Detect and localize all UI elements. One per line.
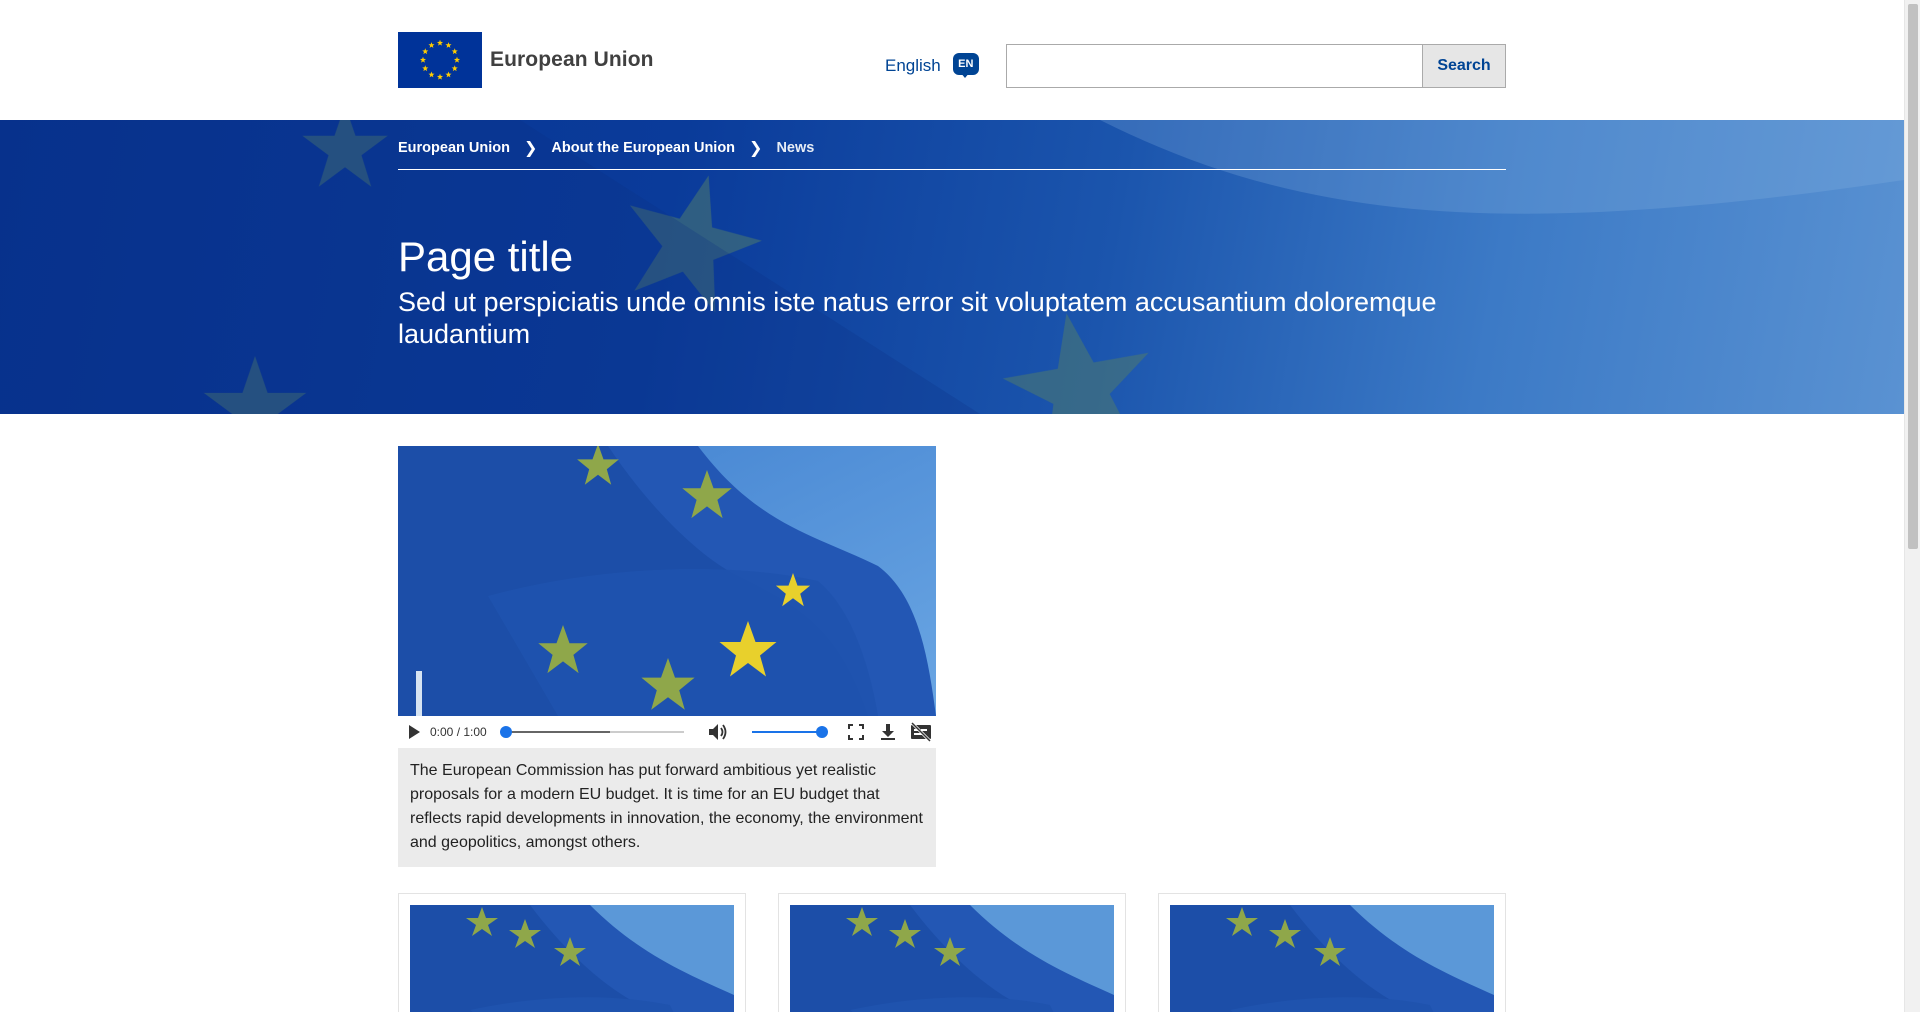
fullscreen-icon[interactable] — [848, 724, 864, 745]
card-2[interactable] — [778, 893, 1126, 1012]
volume-slider[interactable] — [752, 726, 828, 738]
language-label: English — [885, 56, 941, 75]
video-time: 0:00 / 1:00 — [430, 725, 487, 739]
card-1[interactable] — [398, 893, 746, 1012]
logo-star-icon — [453, 56, 461, 63]
card-image — [790, 905, 1114, 1012]
logo-star-icon — [445, 71, 452, 78]
logo-star-icon — [428, 42, 435, 48]
page: European Union English EN Search Europea… — [0, 0, 1904, 1012]
logo-star-icon — [422, 65, 429, 72]
search-button[interactable]: Search — [1422, 44, 1506, 88]
language-badge-icon: EN — [952, 53, 979, 79]
card-image — [1170, 905, 1494, 1012]
search-input[interactable] — [1006, 44, 1422, 88]
logo-star-icon — [451, 65, 458, 72]
video-poster-image[interactable] — [398, 446, 936, 716]
site-logo[interactable]: European Union — [398, 32, 654, 88]
download-icon[interactable] — [880, 723, 896, 746]
video-progress-slider[interactable] — [500, 726, 684, 738]
card-image — [410, 905, 734, 1012]
logo-star-icon — [451, 48, 458, 55]
logo-star-icon — [436, 73, 444, 80]
media-caption: The European Commission has put forward … — [398, 748, 936, 867]
logo-star-icon — [419, 56, 427, 63]
page-banner: European Union ❯ About the European Unio… — [0, 120, 1904, 414]
eu-flag-logo-icon — [398, 32, 482, 88]
breadcrumb-link-about[interactable]: About the European Union — [551, 140, 735, 156]
breadcrumb-current: News — [776, 139, 815, 156]
scrollbar-thumb[interactable] — [1908, 4, 1918, 549]
chevron-right-icon: ❯ — [523, 139, 538, 157]
play-icon[interactable] — [409, 725, 420, 739]
chevron-right-icon: ❯ — [749, 139, 763, 157]
breadcrumb-link-european-union[interactable]: European Union — [398, 140, 510, 156]
logo-star-icon — [436, 39, 444, 46]
logo-star-icon — [422, 48, 429, 55]
language-selector[interactable]: English EN — [885, 53, 979, 79]
media-container: 0:00 / 1:00 The European Commission has … — [398, 446, 936, 867]
logo-text: European Union — [490, 48, 654, 71]
page-subtitle: Sed ut perspiciatis unde omnis iste natu… — [398, 287, 1437, 349]
logo-star-icon — [445, 42, 452, 48]
volume-icon[interactable] — [708, 723, 728, 746]
video-controls: 0:00 / 1:00 — [398, 716, 936, 748]
logo-star-icon — [428, 71, 435, 78]
page-title: Page title — [398, 233, 574, 280]
card-list — [398, 893, 1506, 1012]
breadcrumb: European Union ❯ About the European Unio… — [398, 136, 1506, 170]
card-3[interactable] — [1158, 893, 1506, 1012]
site-header: European Union English EN Search — [0, 0, 1904, 120]
search-form: Search — [1006, 44, 1506, 88]
captions-off-icon[interactable] — [910, 721, 932, 747]
page-scrollbar[interactable] — [1904, 0, 1920, 1012]
